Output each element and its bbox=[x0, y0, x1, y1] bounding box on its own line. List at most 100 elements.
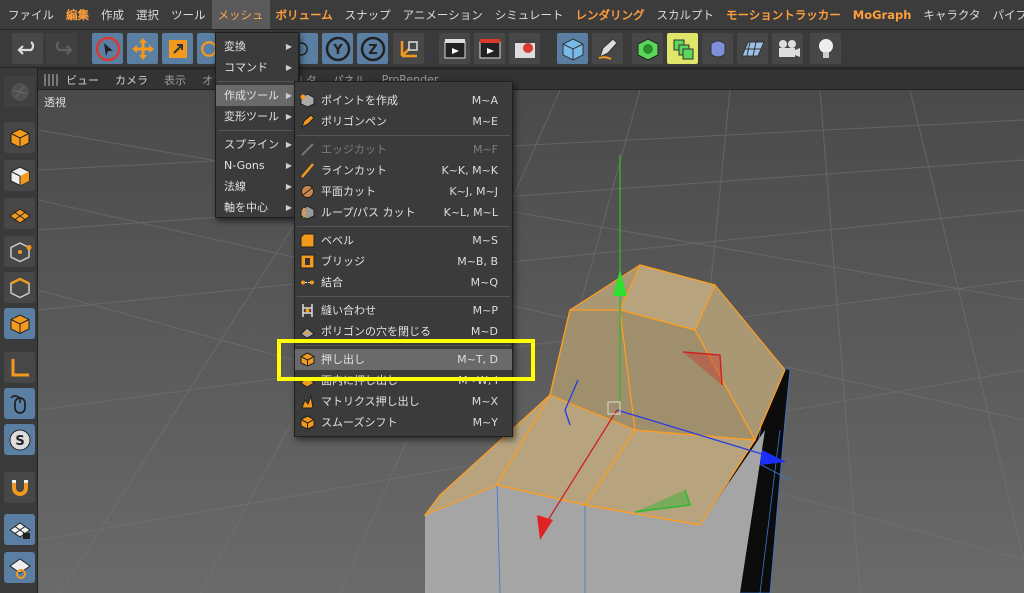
menu-motion-tracker[interactable]: モーショントラッカー bbox=[720, 0, 847, 29]
menu-file[interactable]: ファイル bbox=[2, 0, 60, 29]
edges-mode-button[interactable] bbox=[4, 272, 35, 303]
menu-item-smooth-shift[interactable]: スムーズシフト M~Y bbox=[295, 412, 512, 433]
render-settings-button[interactable] bbox=[509, 33, 540, 64]
axis-z-button[interactable]: Z bbox=[357, 33, 388, 64]
viewport-menu-view[interactable]: ビュー bbox=[58, 72, 107, 88]
tweak-mode-button[interactable] bbox=[4, 388, 35, 419]
main-toolbar: Y Z bbox=[0, 30, 1024, 68]
viewport-camera-label: 透視 bbox=[44, 96, 66, 109]
mesh-menu-item-transform-tools[interactable]: 変形ツール ▶ bbox=[216, 106, 298, 127]
pen-spline-button[interactable] bbox=[592, 33, 623, 64]
menu-pipeline[interactable]: パイプライン bbox=[986, 0, 1024, 29]
menu-character[interactable]: キャラクタ bbox=[917, 0, 986, 29]
menu-edit[interactable]: 編集 bbox=[60, 0, 95, 29]
polygons-mode-button[interactable] bbox=[4, 308, 35, 339]
mesh-menu-item-spline[interactable]: スプライン ▶ bbox=[216, 134, 298, 155]
viewport-menu-camera[interactable]: カメラ bbox=[107, 72, 156, 88]
texture-mode-button[interactable] bbox=[4, 160, 35, 191]
menu-item-plane-cut[interactable]: 平面カット K~J, M~J bbox=[295, 181, 512, 202]
menu-render[interactable]: レンダリング bbox=[569, 0, 650, 29]
snap-s-icon: S bbox=[9, 429, 30, 450]
close-polygon-hole-icon bbox=[300, 327, 315, 339]
model-mode-button[interactable] bbox=[4, 122, 35, 153]
light-bulb-icon bbox=[818, 38, 833, 58]
axis-corner-icon bbox=[11, 358, 29, 376]
svg-text:S: S bbox=[15, 434, 24, 449]
rotate-tool-button[interactable] bbox=[197, 33, 215, 64]
plane-cut-icon bbox=[301, 185, 314, 198]
planar-workplane-button[interactable] bbox=[4, 552, 35, 583]
move-tool-button[interactable] bbox=[127, 33, 158, 64]
line-cut-icon bbox=[301, 163, 314, 178]
snap-button[interactable]: S bbox=[4, 424, 35, 455]
menu-item-polygon-pen[interactable]: ポリゴンペン M~E bbox=[295, 111, 512, 132]
axis-y-button[interactable]: Y bbox=[322, 33, 353, 64]
menu-item-create-point[interactable]: ポイントを作成 M~A bbox=[295, 90, 512, 111]
points-cube-icon bbox=[9, 241, 31, 262]
deformer-button[interactable] bbox=[702, 33, 733, 64]
undo-icon bbox=[16, 40, 34, 55]
points-mode-button[interactable] bbox=[4, 236, 35, 267]
menu-simulate[interactable]: シミュレート bbox=[489, 0, 570, 29]
subdivision-surface-button[interactable] bbox=[632, 33, 663, 64]
redo-button[interactable] bbox=[46, 33, 77, 64]
mesh-menu-item-convert[interactable]: 変換 ▶ bbox=[216, 36, 298, 57]
axis-x-button[interactable] bbox=[300, 33, 318, 64]
edge-cut-icon bbox=[301, 143, 314, 156]
workplane-mode-button[interactable] bbox=[4, 198, 35, 229]
viewport-header: ビュー カメラ 表示 オプション フィルタ パネル ProRender bbox=[38, 70, 1024, 90]
axis-y-icon: Y bbox=[325, 36, 350, 61]
menu-item-bevel[interactable]: ベベル M~S bbox=[295, 230, 512, 251]
mesh-menu-item-create-tools[interactable]: 作成ツール ▶ bbox=[216, 85, 298, 106]
menu-item-stitch-sew[interactable]: 縫い合わせ M~P bbox=[295, 300, 512, 321]
cloner-button[interactable] bbox=[667, 33, 698, 64]
magnet-icon bbox=[11, 479, 28, 496]
menu-item-line-cut[interactable]: ラインカット K~K, M~K bbox=[295, 160, 512, 181]
menu-item-edge-cut[interactable]: エッジカット M~F bbox=[295, 139, 512, 160]
axis-z-icon: Z bbox=[360, 36, 385, 61]
axis-mode-button[interactable] bbox=[4, 352, 35, 383]
menu-snap[interactable]: スナップ bbox=[339, 0, 397, 29]
cube-object-button[interactable] bbox=[557, 33, 588, 64]
mesh-menu-item-ngons[interactable]: N-Gons ▶ bbox=[216, 155, 298, 176]
camera-button[interactable] bbox=[772, 33, 803, 64]
checker-cube-icon bbox=[10, 165, 29, 186]
menu-item-weld[interactable]: 結合 M~Q bbox=[295, 272, 512, 293]
mesh-menu-item-axis-center[interactable]: 軸を中心 ▶ bbox=[216, 197, 298, 218]
make-editable-button[interactable] bbox=[4, 76, 35, 107]
menu-tools[interactable]: ツール bbox=[165, 0, 212, 29]
live-selection-button[interactable] bbox=[92, 33, 123, 64]
menu-item-matrix-extrude[interactable]: マトリクス押し出し M~X bbox=[295, 391, 512, 412]
viewport-menu-display[interactable]: 表示 bbox=[156, 72, 194, 88]
menu-item-bridge[interactable]: ブリッジ M~B, B bbox=[295, 251, 512, 272]
mesh-menu-item-commands[interactable]: コマンド ▶ bbox=[216, 57, 298, 78]
menu-select[interactable]: 選択 bbox=[130, 0, 165, 29]
menu-volume[interactable]: ボリューム bbox=[270, 0, 339, 29]
lock-workplane-button[interactable] bbox=[4, 514, 35, 545]
coordinate-system-button[interactable] bbox=[393, 33, 424, 64]
magnet-button[interactable] bbox=[4, 472, 35, 503]
render-view-button[interactable] bbox=[439, 33, 470, 64]
menu-mograph[interactable]: MoGraph bbox=[847, 0, 918, 29]
menu-sculpt[interactable]: スカルプト bbox=[650, 0, 720, 29]
menu-animation[interactable]: アニメーション bbox=[397, 0, 489, 29]
camera-icon bbox=[778, 39, 800, 57]
world-axis-icon bbox=[400, 40, 418, 57]
menu-item-loop-path-cut[interactable]: ループ/パス カット K~L, M~L bbox=[295, 202, 512, 223]
create-point-icon bbox=[300, 93, 315, 108]
left-palette: S bbox=[0, 68, 38, 593]
highlight-box bbox=[277, 339, 535, 381]
menu-mesh[interactable]: メッシュ bbox=[211, 0, 270, 29]
subdivision-icon bbox=[637, 37, 658, 61]
menu-create[interactable]: 作成 bbox=[95, 0, 130, 29]
render-to-picture-viewer-button[interactable] bbox=[474, 33, 505, 64]
pen-icon bbox=[598, 37, 618, 60]
mesh-menu-item-normals[interactable]: 法線 ▶ bbox=[216, 176, 298, 197]
floor-grid-icon bbox=[740, 41, 765, 56]
light-button[interactable] bbox=[810, 33, 841, 64]
floor-button[interactable] bbox=[737, 33, 768, 64]
scale-tool-button[interactable] bbox=[162, 33, 193, 64]
undo-button[interactable] bbox=[12, 33, 43, 64]
create-tools-menu: ポイントを作成 M~A ポリゴンペン M~E エッジカット M~F ラインカット K~K… bbox=[294, 81, 513, 437]
grip-handle[interactable] bbox=[44, 73, 58, 86]
